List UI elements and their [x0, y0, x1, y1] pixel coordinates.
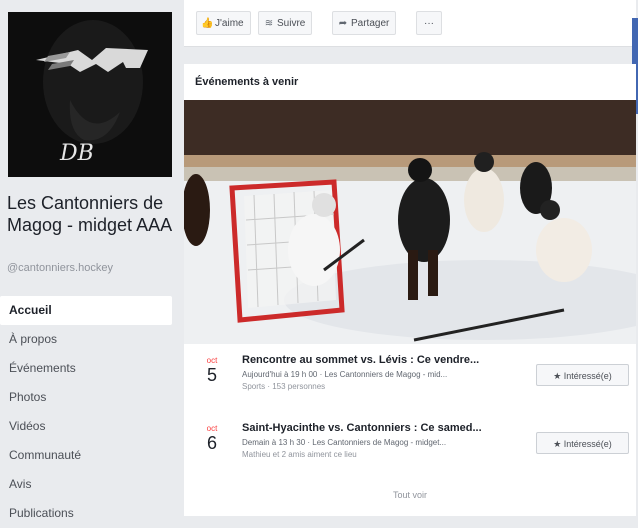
event-date: oct 5 [200, 356, 224, 385]
nav-item-communaute[interactable]: Communauté [0, 441, 176, 470]
logo-signature: DB [59, 141, 94, 166]
event-month: oct [206, 356, 218, 365]
star-icon: ★ [553, 371, 562, 381]
event-date: oct 6 [200, 424, 224, 453]
share-label: Partager [351, 18, 390, 29]
share-arrow-icon: ➦ [338, 18, 348, 29]
nav-item-avis[interactable]: Avis [0, 470, 176, 499]
event-row[interactable]: oct 5 Rencontre au sommet vs. Lévis : Ce… [184, 352, 636, 408]
event-row[interactable]: oct 6 Saint-Hyacinthe vs. Cantonniers : … [184, 420, 636, 476]
event-title[interactable]: Saint-Hyacinthe vs. Cantonniers : Ce sam… [242, 422, 526, 434]
page-profile-picture[interactable]: DB [8, 12, 172, 177]
follow-button[interactable]: ≋ Suivre [258, 11, 313, 35]
nav-item-videos[interactable]: Vidéos [0, 412, 176, 441]
more-icon: ··· [424, 18, 434, 29]
follow-label: Suivre [277, 18, 306, 29]
like-label: J'aime [215, 18, 244, 29]
page-username[interactable]: @cantonniers.hockey [7, 262, 113, 274]
event-day: 6 [206, 433, 217, 453]
interested-label: Intéressé(e) [563, 371, 612, 381]
page-title[interactable]: Les Cantonniers de Magog - midget AAA [7, 192, 175, 236]
star-icon: ★ [553, 439, 562, 449]
interested-button[interactable]: ★ Intéressé(e) [536, 432, 629, 454]
page-action-bar: 👍 J'aime ≋ Suivre ➦ Partager ··· [184, 0, 636, 47]
upcoming-events-card: Événements à venir oct 5 Rencontre au so… [184, 64, 636, 516]
nav-item-publications[interactable]: Publications [0, 499, 176, 528]
nav-item-photos[interactable]: Photos [0, 383, 176, 412]
thumbs-up-icon: 👍 [201, 18, 214, 29]
more-options-button[interactable]: ··· [416, 11, 442, 35]
event-meta: Sports · 153 personnes [242, 382, 326, 391]
nav-item-evenements[interactable]: Événements [0, 354, 176, 383]
event-meta: Mathieu et 2 amis aiment ce lieu [242, 450, 357, 459]
left-sidebar: DB Les Cantonniers de Magog - midget AAA… [0, 0, 178, 520]
interested-button[interactable]: ★ Intéressé(e) [536, 364, 629, 386]
event-day: 5 [206, 365, 217, 385]
see-all-link[interactable]: Tout voir [184, 490, 636, 500]
event-cover-photo[interactable] [184, 100, 636, 344]
rss-icon: ≋ [264, 18, 274, 29]
like-button[interactable]: 👍 J'aime [196, 11, 251, 35]
page-nav: Accueil À propos Événements Photos Vidéo… [0, 296, 176, 528]
event-when: Aujourd'hui à 19 h 00 · Les Cantonniers … [242, 370, 448, 379]
hockey-photo [184, 100, 636, 344]
share-button[interactable]: ➦ Partager [332, 11, 397, 35]
interested-label: Intéressé(e) [563, 439, 612, 449]
team-logo: DB [8, 12, 172, 177]
events-heading[interactable]: Événements à venir [195, 76, 298, 88]
event-title[interactable]: Rencontre au sommet vs. Lévis : Ce vendr… [242, 354, 526, 366]
event-month: oct [206, 424, 218, 433]
nav-item-accueil[interactable]: Accueil [0, 296, 172, 325]
nav-item-a-propos[interactable]: À propos [0, 325, 176, 354]
event-when: Demain à 13 h 30 · Les Cantonniers de Ma… [242, 438, 447, 447]
